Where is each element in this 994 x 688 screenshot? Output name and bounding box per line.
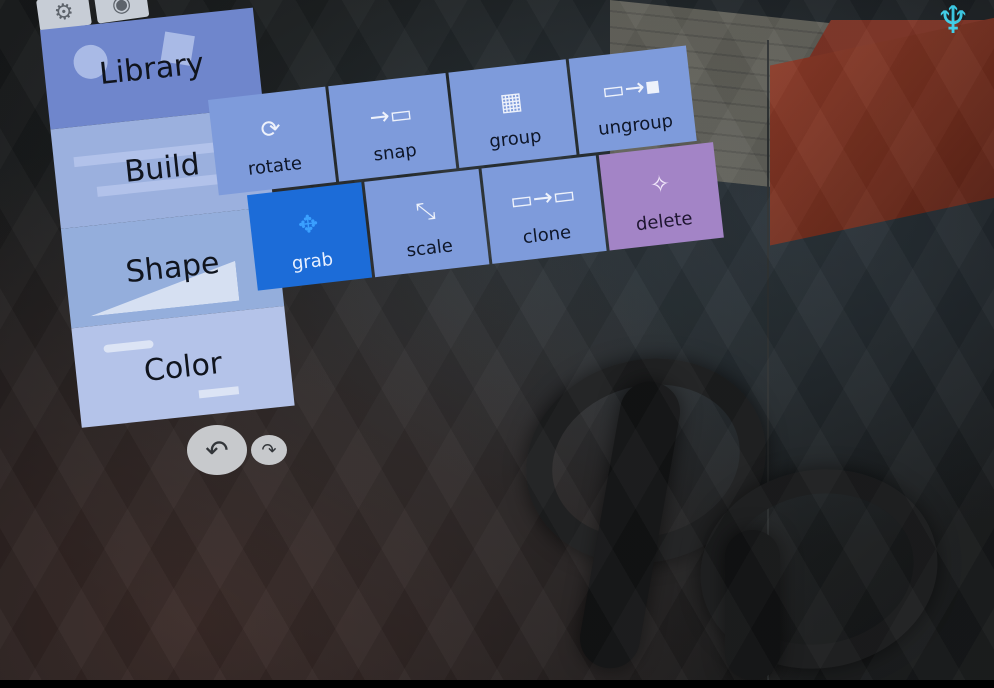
rotate-label: rotate [246,152,304,180]
forward-arrow-icon[interactable]: ↷ [251,435,287,465]
letterbox-bar [0,680,994,688]
snap-icon: →▭ [368,99,414,132]
group-label: group [488,125,543,153]
color-deco-stroke [198,386,240,399]
sidebar-item-label: Color [142,345,224,389]
sidebar-item-color[interactable]: Color [71,305,295,428]
rotate-icon: ⟳ [259,114,283,145]
menu-nav-buttons: ↶ ↷ [187,425,287,475]
grab-icon: ✥ [296,209,320,240]
build-tools-grid: ⟳ rotate →▭ snap ▦ group ▭→▪ ungroup ✥ g… [208,43,727,296]
vr-build-menu: ⚙ ◉ Library Build Shape Color ↶ ↷ ⟳ rota… [0,0,994,688]
snap-label: snap [372,139,418,166]
color-deco-stroke [103,339,154,354]
ungroup-icon: ▭→▪ [600,70,663,106]
grab-label: grab [290,248,335,275]
ungroup-label: ungroup [597,110,675,140]
clone-icon: ▭→▭ [508,180,577,216]
snap-button[interactable]: →▭ snap [328,72,457,182]
clone-label: clone [521,221,573,249]
group-icon: ▦ [498,86,524,117]
back-arrow-icon[interactable]: ↶ [187,425,247,475]
scale-icon: ⤡ [414,196,437,227]
grab-button[interactable]: ✥ grab [247,182,373,291]
scale-label: scale [405,235,454,262]
scale-button[interactable]: ⤡ scale [364,168,490,278]
clone-button[interactable]: ▭→▭ clone [481,155,607,264]
sidebar-item-label: Library [97,45,206,92]
delete-icon: ✧ [648,169,672,200]
delete-label: delete [634,207,694,236]
group-button[interactable]: ▦ group [448,59,577,168]
ungroup-button[interactable]: ▭→▪ ungroup [568,45,697,155]
rotate-button[interactable]: ⟳ rotate [208,86,337,196]
delete-button[interactable]: ✧ delete [598,142,724,251]
